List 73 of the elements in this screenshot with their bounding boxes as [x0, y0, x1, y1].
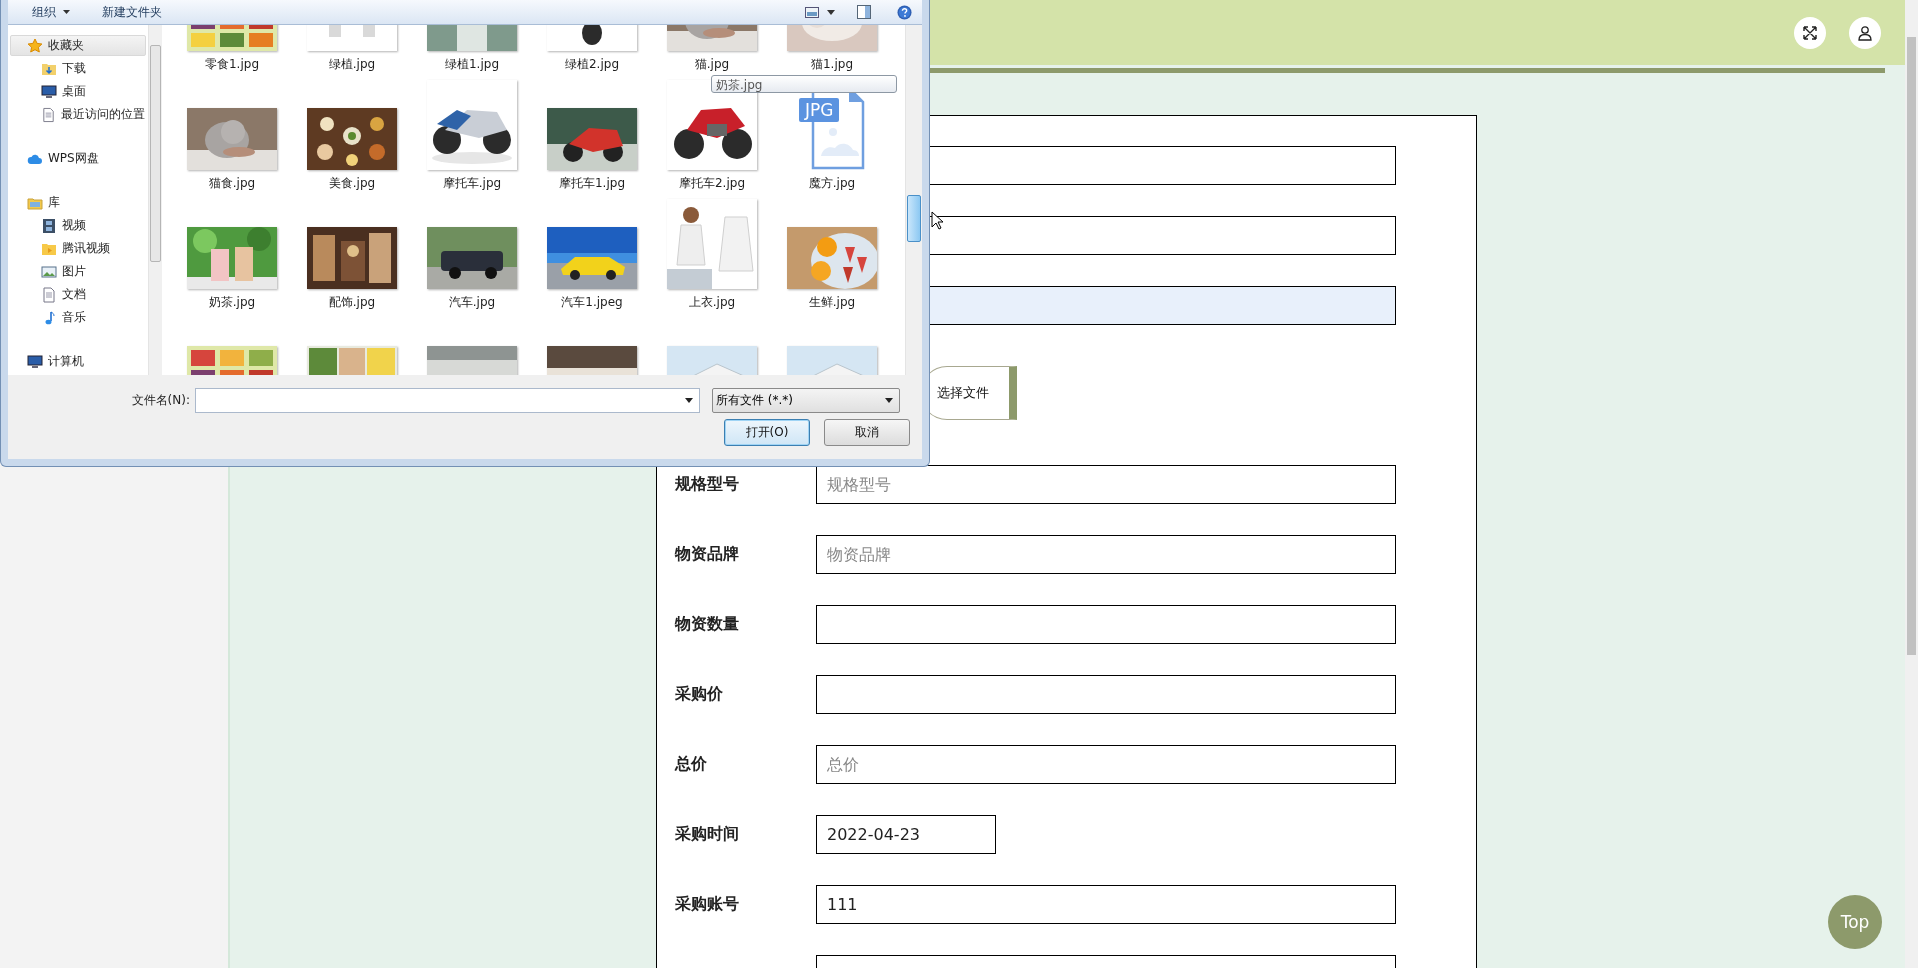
desktop-icon — [41, 83, 57, 100]
navigation-item[interactable]: 收藏夹 — [10, 35, 146, 56]
cursor-icon — [931, 211, 943, 230]
navigation-item[interactable]: 计算机 — [10, 351, 146, 372]
navigation-item[interactable]: 图片 — [10, 261, 146, 282]
file-name[interactable]: 摩托车2.jpg — [679, 175, 745, 192]
navigation-item[interactable]: 下载 — [10, 58, 146, 79]
file-name-label: 文件名(N): — [130, 392, 191, 409]
document-icon — [41, 286, 57, 303]
date-field[interactable]: 2022-04-23 — [816, 815, 996, 854]
file-name[interactable]: 猫食.jpg — [208, 175, 256, 192]
field-label: 物资数量 — [675, 614, 740, 635]
file-name[interactable]: 绿植.jpg — [328, 56, 376, 73]
tooltip: 奶茶.jpg — [711, 75, 897, 93]
field-label: 物资品牌 — [675, 544, 740, 565]
dialog-button[interactable]: 打开(O) — [724, 419, 810, 446]
field-label: 采购时间 — [675, 824, 740, 845]
film-icon — [41, 217, 57, 234]
fullscreen-icon[interactable] — [1794, 16, 1826, 49]
file-name[interactable]: 奶茶.jpg — [208, 294, 256, 311]
image-icon — [41, 263, 57, 280]
file-name-field[interactable] — [195, 388, 700, 413]
input-field[interactable] — [816, 605, 1396, 644]
navigation-item[interactable]: 视频 — [10, 215, 146, 236]
file-name[interactable]: 摩托车.jpg — [442, 175, 502, 192]
navigation-item[interactable]: 桌面 — [10, 81, 146, 102]
file-name[interactable]: 绿植1.jpg — [445, 56, 499, 73]
new-folder-button[interactable]: 新建文件夹 — [96, 1, 168, 23]
view-icon[interactable] — [805, 6, 819, 18]
input-field[interactable]: 总价 — [816, 745, 1396, 784]
computer-icon — [27, 353, 43, 370]
navigation-item[interactable]: 最近访问的位置 — [10, 104, 146, 125]
field-label: 规格型号 — [675, 474, 740, 495]
navigation-item[interactable]: 文档 — [10, 284, 146, 305]
help-icon[interactable] — [897, 4, 912, 20]
file-name[interactable]: 猫.jpg — [694, 56, 730, 73]
dialog-button[interactable]: 取消 — [824, 419, 910, 446]
file-name[interactable]: 美食.jpg — [328, 175, 376, 192]
page-scrollbar[interactable] — [1905, 0, 1918, 968]
input-field[interactable]: 规格型号 — [816, 465, 1396, 504]
navigation-item[interactable]: WPS网盘 — [10, 148, 146, 169]
star-icon — [27, 37, 43, 54]
navigation-item[interactable]: 音乐 — [10, 307, 146, 328]
file-name[interactable]: 绿植2.jpg — [565, 56, 619, 73]
file-name[interactable]: 上衣.jpg — [688, 294, 736, 311]
caret-icon[interactable] — [827, 9, 835, 15]
file-name[interactable]: 生鲜.jpg — [808, 294, 856, 311]
file-type-badge: JPG — [799, 98, 840, 122]
field-label: 采购价 — [675, 684, 724, 705]
scrollbar[interactable] — [905, 25, 922, 375]
file-name[interactable]: 配饰.jpg — [328, 294, 376, 311]
file-name[interactable]: 魔方.jpg — [808, 175, 856, 192]
field-label: 总价 — [675, 754, 708, 775]
user-icon[interactable] — [1849, 16, 1881, 49]
preview-pane-icon[interactable] — [857, 5, 871, 19]
organize-menu[interactable]: 组织 — [26, 1, 76, 23]
caret-icon — [63, 10, 70, 14]
scrollbar[interactable] — [148, 25, 162, 375]
file-name[interactable]: 零食1.jpg — [205, 56, 259, 73]
field-label: 采购账号 — [675, 894, 740, 915]
recent-places-icon — [41, 106, 56, 123]
input-field[interactable]: 111 — [816, 885, 1396, 924]
file-name[interactable]: 摩托车1.jpg — [559, 175, 625, 192]
file-name[interactable]: 汽车1.jpeg — [561, 294, 623, 311]
file-name[interactable]: 汽车.jpg — [448, 294, 496, 311]
input-field[interactable] — [816, 675, 1396, 714]
caret-icon — [885, 398, 893, 403]
navigation-item[interactable]: 腾讯视频 — [10, 238, 146, 259]
navigation-item[interactable]: 库 — [10, 192, 146, 213]
file-name[interactable]: 猫1.jpg — [811, 56, 853, 73]
input-field[interactable]: 物资品牌 — [816, 535, 1396, 574]
file-type-dropdown[interactable]: 所有文件 (*.*) — [712, 388, 900, 413]
caret-icon[interactable] — [685, 398, 693, 403]
